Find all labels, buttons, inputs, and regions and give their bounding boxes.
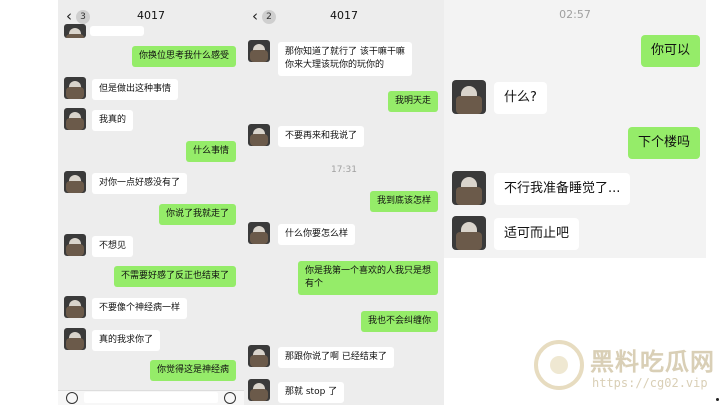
message-bubble: 适可而止吧: [494, 218, 580, 250]
message-bubble: 不要像个神经病一样: [92, 298, 188, 319]
contact-avatar[interactable]: [64, 77, 86, 99]
message-bubble: 你觉得这是神经病: [149, 360, 236, 381]
message-bubble: 我也不会纠缠你: [360, 311, 438, 332]
chat-header: ‹ 2 4017: [244, 0, 444, 32]
message-bubble: 不行我准备睡觉了...: [494, 173, 631, 205]
watermark-url: https://cg02.vip: [592, 376, 708, 390]
chat-panel-3: 02:57 你可以 什么? 下个楼吗 不行我准备睡觉了... 适可而止吧: [444, 0, 706, 258]
message-bubble: 你是我第一个喜欢的人我只是想 有个: [297, 261, 438, 295]
timestamp: 17:31: [331, 165, 357, 175]
contact-avatar[interactable]: [64, 328, 86, 350]
emoji-icon[interactable]: [224, 392, 236, 404]
message-bubble: 那就 stop 了: [278, 382, 345, 403]
contact-avatar[interactable]: [452, 171, 486, 205]
chat-title: 4017: [330, 9, 358, 22]
contact-avatar[interactable]: [248, 222, 270, 244]
message-bubble: 什么你要怎么样: [278, 224, 356, 245]
message-bubble: 什么?: [494, 82, 547, 114]
message-bubble: 对你一点好感没有了: [92, 173, 188, 194]
message-bubble: 不想见: [92, 236, 134, 257]
message-bubble: 你说了我就走了: [158, 204, 236, 225]
message-bubble: 我明天走: [387, 91, 438, 112]
contact-avatar[interactable]: [64, 234, 86, 256]
chat-panel-1: ‹ 3 4017 你换位思考我什么感受 但是做出这种事情 我真的 什么事情 对你…: [58, 0, 244, 405]
contact-avatar[interactable]: [64, 108, 86, 130]
message-bubble: 那跟你说了啊 已经结束了: [278, 347, 394, 368]
message-bubble: 我真的: [92, 110, 134, 131]
chat-panel-2: ‹ 2 4017 那你知道了就行了 该干嘛干嘛 你来大理该玩你的玩你的 我明天走…: [244, 0, 444, 405]
message-bubble: 但是做出这种事情: [92, 79, 179, 100]
contact-avatar[interactable]: [248, 40, 270, 62]
message-input[interactable]: [84, 392, 218, 403]
contact-avatar[interactable]: [248, 379, 270, 401]
message-bubble: 不需要好感了反正也结束了: [113, 266, 236, 287]
watermark-title: 黑料吃瓜网: [590, 348, 715, 376]
contact-avatar[interactable]: [64, 24, 86, 38]
watermark-logo: [534, 340, 584, 390]
input-bar: [58, 390, 244, 405]
message-bubble: 那你知道了就行了 该干嘛干嘛 你来大理该玩你的玩你的: [278, 42, 412, 76]
contact-avatar[interactable]: [452, 216, 486, 250]
message-bubble: 我到底该怎样: [369, 191, 438, 212]
message-bubble: 下个楼吗: [627, 127, 700, 159]
timestamp: 02:57: [559, 8, 591, 21]
chat-title: 4017: [137, 9, 165, 22]
contact-avatar[interactable]: [248, 345, 270, 367]
contact-avatar[interactable]: [452, 80, 486, 114]
contact-avatar[interactable]: [64, 171, 86, 193]
contact-avatar[interactable]: [248, 124, 270, 146]
corner-dot: [716, 398, 719, 401]
message-bubble: 你可以: [640, 35, 700, 67]
contact-avatar[interactable]: [64, 296, 86, 318]
message-bubble: [90, 26, 144, 36]
message-bubble: 你换位思考我什么感受: [131, 46, 236, 67]
message-bubble: 真的我求你了: [92, 330, 161, 351]
message-bubble: 不要再来和我说了: [278, 126, 365, 147]
voice-icon[interactable]: [66, 392, 78, 404]
message-bubble: 什么事情: [185, 141, 236, 162]
